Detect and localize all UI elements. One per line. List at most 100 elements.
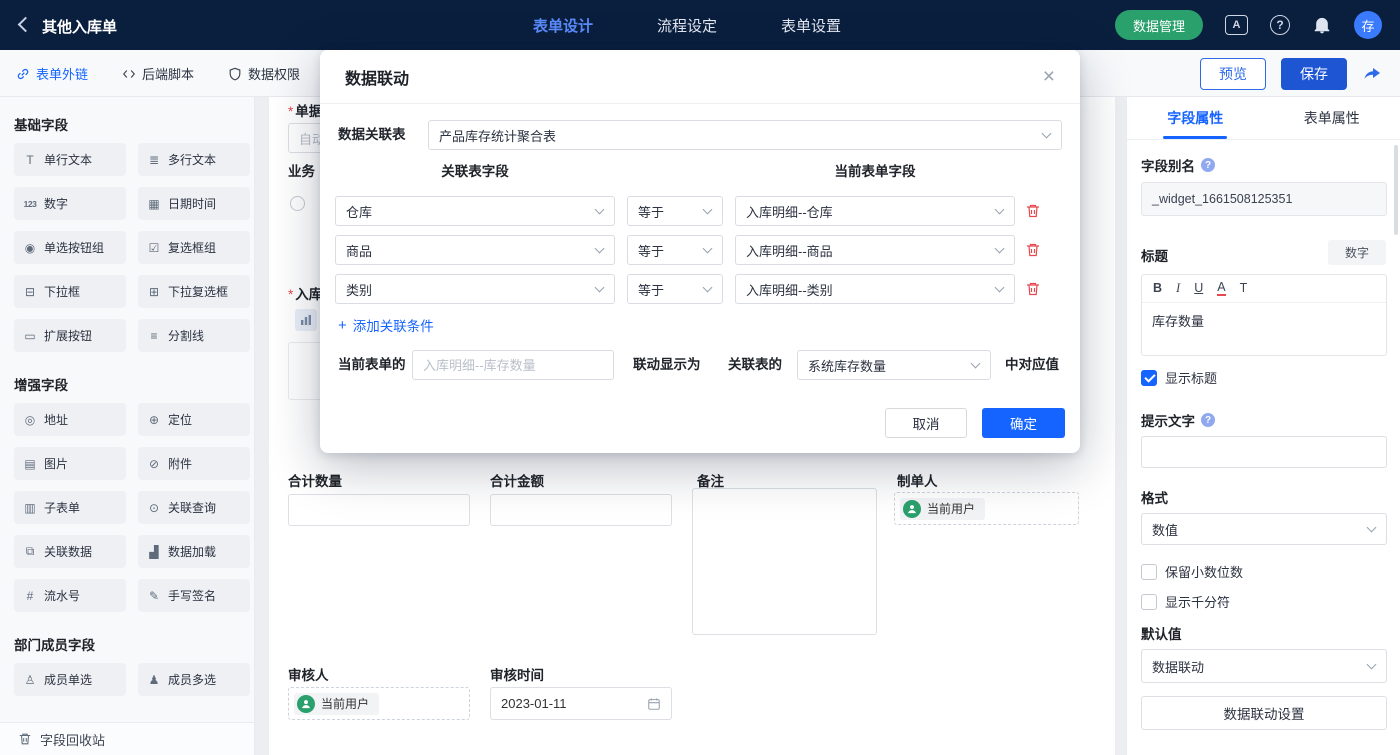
sidebar-field-dropdown[interactable]: ⊟下拉框 — [14, 275, 126, 308]
font-color-icon[interactable]: A — [1217, 281, 1225, 297]
sidebar-field-subform[interactable]: ▥子表单 — [14, 491, 126, 524]
default-value-select[interactable]: 数据联动 — [1141, 649, 1387, 683]
reviewer-field[interactable]: 当前用户 — [288, 687, 470, 720]
tab-form-properties[interactable]: 表单属性 — [1264, 97, 1400, 139]
save-button[interactable]: 保存 — [1281, 58, 1347, 90]
sidebar-field-image[interactable]: ▤图片 — [14, 447, 126, 480]
condition-operator-select[interactable]: 等于 — [627, 196, 723, 226]
chevron-down-icon — [703, 205, 713, 215]
show-title-checkbox[interactable] — [1141, 370, 1157, 386]
sidebar-field-relation-query[interactable]: ⊙关联查询 — [138, 491, 250, 524]
hint-text-input[interactable] — [1141, 436, 1387, 468]
decimal-checkbox[interactable] — [1141, 564, 1157, 580]
sidebar-field-multi-text[interactable]: ≣多行文本 — [138, 143, 250, 176]
condition-operator-select[interactable]: 等于 — [627, 274, 723, 304]
tab-flow-setting[interactable]: 流程设定 — [657, 15, 717, 36]
trash-icon — [1025, 281, 1041, 297]
tab-form-design[interactable]: 表单设计 — [533, 15, 593, 36]
condition-form-field-select[interactable]: 入库明细--类别 — [735, 274, 1015, 304]
total-qty-label: 合计数量 — [288, 470, 342, 490]
data-linkage-settings-button[interactable]: 数据联动设置 — [1141, 696, 1387, 730]
condition-field-select[interactable]: 商品 — [335, 235, 615, 265]
sidebar-field-divider[interactable]: ≡分割线 — [138, 319, 250, 352]
sidebar-field-address[interactable]: ◎地址 — [14, 403, 126, 436]
thousand-separator-option[interactable]: 显示千分符 — [1141, 592, 1230, 611]
add-condition-link[interactable]: + 添加关联条件 — [338, 315, 434, 335]
sidebar-field-checkbox-group[interactable]: ☑复选框组 — [138, 231, 250, 264]
sidebar-field-single-text[interactable]: T单行文本 — [14, 143, 126, 176]
delete-condition-button[interactable] — [1024, 281, 1042, 299]
italic-icon[interactable]: I — [1176, 282, 1180, 296]
title-rich-editor[interactable]: B I U A T 库存数量 — [1141, 274, 1387, 356]
attachment-icon: ⊘ — [146, 457, 162, 471]
decimal-option[interactable]: 保留小数位数 — [1141, 562, 1243, 581]
business-type-radio[interactable] — [290, 196, 305, 211]
code-icon — [122, 67, 136, 81]
backend-script-link[interactable]: 后端脚本 — [122, 64, 194, 83]
current-form-field-input[interactable] — [412, 350, 614, 380]
sidebar-field-datetime[interactable]: ▦日期时间 — [138, 187, 250, 220]
remark-textarea[interactable] — [692, 488, 877, 635]
underline-icon[interactable]: U — [1194, 282, 1203, 296]
linked-table-select[interactable]: 产品库存统计聚合表 — [428, 120, 1062, 150]
sidebar-field-dropdown-multi[interactable]: ⊞下拉复选框 — [138, 275, 250, 308]
sidebar-field-extend-button[interactable]: ▭扩展按钮 — [14, 319, 126, 352]
share-icon[interactable] — [1362, 63, 1384, 85]
question-icon[interactable]: ? — [1201, 158, 1215, 172]
delete-condition-button[interactable] — [1024, 242, 1042, 260]
question-icon[interactable]: ? — [1201, 413, 1215, 427]
serial-number-icon: # — [22, 589, 38, 603]
font-size-icon[interactable]: T — [1240, 282, 1248, 296]
bold-icon[interactable]: B — [1153, 282, 1162, 296]
sidebar-field-serial-number[interactable]: #流水号 — [14, 579, 126, 612]
preview-button[interactable]: 预览 — [1200, 58, 1266, 90]
close-icon[interactable]: × — [1043, 66, 1055, 87]
total-qty-input[interactable] — [288, 494, 470, 526]
creator-field[interactable]: 当前用户 — [894, 492, 1079, 525]
trash-icon — [1025, 242, 1041, 258]
notification-bell-icon[interactable] — [1312, 15, 1332, 35]
cancel-button[interactable]: 取消 — [885, 408, 967, 438]
sidebar-field-location[interactable]: ⊕定位 — [138, 403, 250, 436]
condition-field-select[interactable]: 类别 — [335, 274, 615, 304]
scrollbar-thumb[interactable] — [1394, 145, 1398, 235]
related-field-select[interactable]: 系统库存数量 — [797, 350, 991, 380]
sidebar-field-number[interactable]: 123数字 — [14, 187, 126, 220]
trash-icon — [1025, 203, 1041, 219]
field-recycle-bin[interactable]: 字段回收站 — [0, 722, 254, 755]
editor-toolbar: B I U A T — [1142, 275, 1386, 303]
sidebar-field-member-multi[interactable]: ♟成员多选 — [138, 663, 250, 696]
user-avatar[interactable]: 存 — [1354, 11, 1382, 39]
chevron-down-icon — [995, 205, 1005, 215]
language-icon[interactable]: A — [1225, 15, 1248, 35]
condition-operator-select[interactable]: 等于 — [627, 235, 723, 265]
sidebar-field-member-single[interactable]: ♙成员单选 — [14, 663, 126, 696]
help-icon[interactable]: ? — [1270, 15, 1290, 35]
confirm-button[interactable]: 确定 — [982, 408, 1065, 438]
delete-condition-button[interactable] — [1024, 203, 1042, 221]
sidebar-field-signature[interactable]: ✎手写签名 — [138, 579, 250, 612]
subform-chart-icon[interactable] — [295, 309, 317, 331]
data-permission-link[interactable]: 数据权限 — [228, 64, 300, 83]
condition-form-field-select[interactable]: 入库明细--仓库 — [735, 196, 1015, 226]
corresponding-value-label: 中对应值 — [1005, 350, 1059, 380]
review-time-input[interactable]: 2023-01-11 — [490, 687, 672, 720]
total-amount-input[interactable] — [490, 494, 672, 526]
back-icon[interactable] — [18, 18, 30, 30]
show-title-option[interactable]: 显示标题 — [1141, 368, 1217, 387]
condition-form-field-select[interactable]: 入库明细--商品 — [735, 235, 1015, 265]
data-manage-button[interactable]: 数据管理 — [1115, 10, 1203, 40]
sidebar-field-attachment[interactable]: ⊘附件 — [138, 447, 250, 480]
title-text[interactable]: 库存数量 — [1142, 303, 1386, 338]
tab-form-setting[interactable]: 表单设置 — [781, 15, 841, 36]
chevron-down-icon — [1367, 523, 1377, 533]
sidebar-field-radio-group[interactable]: ◉单选按钮组 — [14, 231, 126, 264]
sidebar-field-data-load[interactable]: ▟数据加载 — [138, 535, 250, 568]
condition-field-select[interactable]: 仓库 — [335, 196, 615, 226]
form-external-link[interactable]: 表单外链 — [16, 64, 88, 83]
sidebar-field-relation-data[interactable]: ⧉关联数据 — [14, 535, 126, 568]
format-select[interactable]: 数值 — [1141, 513, 1387, 545]
field-alias-input[interactable]: _widget_1661508125351 — [1141, 182, 1387, 216]
tab-field-properties[interactable]: 字段属性 — [1127, 97, 1264, 139]
thousand-checkbox[interactable] — [1141, 594, 1157, 610]
